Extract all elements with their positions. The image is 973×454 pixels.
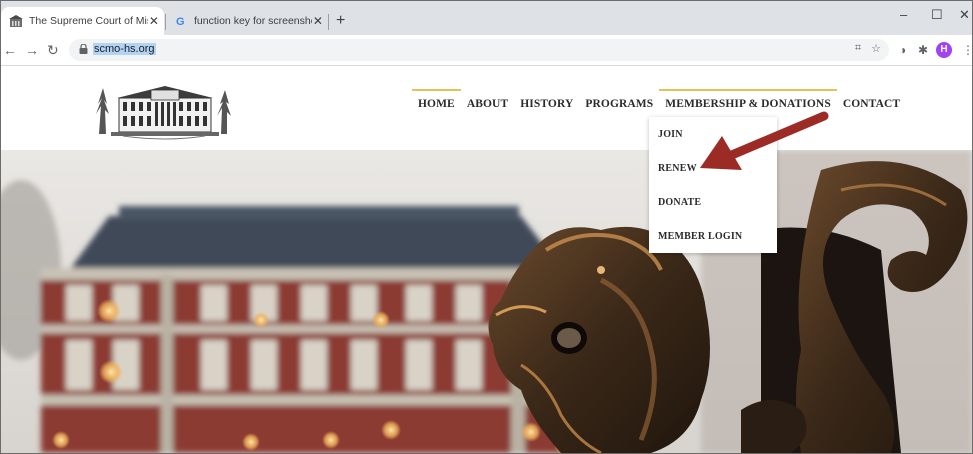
tab-title: function key for screenshot - Goo [194,15,312,27]
new-tab-button[interactable]: + [336,13,345,29]
nav-about[interactable]: ABOUT [461,89,514,118]
forward-icon[interactable]: → [25,42,39,58]
tab-title: The Supreme Court of Missouri H [29,15,148,27]
address-bar[interactable]: scmo-hs.org ⌗ ☆ [69,39,889,61]
extension-circle-icon[interactable]: ◑ [899,43,906,57]
main-nav: HOME ABOUT HISTORY PROGRAMS MEMBERSHIP &… [412,89,906,118]
hero-photo [1,150,972,453]
nav-programs[interactable]: PROGRAMS [579,89,659,118]
close-tab-icon[interactable]: ✕ [312,14,324,28]
tab-google-search[interactable]: G function key for screenshot - Goo ✕ [166,7,328,35]
dropdown-member-login[interactable]: MEMBER LOGIN [658,231,742,242]
nav-history[interactable]: HISTORY [514,89,579,118]
qr-code-icon[interactable]: ⌗ [855,42,861,55]
back-icon[interactable]: ← [3,42,17,58]
menu-dots-icon[interactable]: ⋮ [962,43,972,57]
extensions-puzzle-icon[interactable]: ✱ [918,43,928,57]
minimize-button[interactable]: – [900,7,907,22]
nav-home[interactable]: HOME [412,89,461,118]
nav-membership-donations[interactable]: MEMBERSHIP & DONATIONS [659,89,837,118]
browser-toolbar: ← → ↻ scmo-hs.org ⌗ ☆ ◑ ✱ H ⋮ [1,35,972,66]
tab-strip: The Supreme Court of Missouri H ✕ G func… [1,1,972,35]
tab-supreme-court[interactable]: The Supreme Court of Missouri H ✕ [1,7,164,35]
nav-contact[interactable]: CONTACT [837,89,906,118]
profile-avatar[interactable]: H [936,42,952,58]
bookmark-star-icon[interactable]: ☆ [871,42,881,55]
website-viewport: HOME ABOUT HISTORY PROGRAMS MEMBERSHIP &… [1,66,972,453]
courthouse-logo[interactable] [93,76,235,144]
membership-dropdown: JOIN RENEW DONATE MEMBER LOGIN [649,117,777,253]
tab-divider [328,14,329,30]
close-window-button[interactable]: ✕ [959,7,970,23]
dropdown-donate[interactable]: DONATE [658,197,701,208]
site-favicon-icon [9,14,23,28]
dropdown-renew[interactable]: RENEW [658,163,697,174]
browser-window: The Supreme Court of Missouri H ✕ G func… [0,0,973,454]
lock-icon [79,44,88,54]
google-favicon-icon: G [174,14,188,28]
dropdown-join[interactable]: JOIN [658,129,683,140]
site-header: HOME ABOUT HISTORY PROGRAMS MEMBERSHIP &… [1,66,972,150]
maximize-button[interactable]: ☐ [931,7,943,23]
url-text[interactable]: scmo-hs.org [93,43,156,55]
svg-text:G: G [176,16,185,27]
reload-icon[interactable]: ↻ [47,42,59,58]
close-tab-icon[interactable]: ✕ [148,14,160,28]
hero-image [1,150,972,453]
